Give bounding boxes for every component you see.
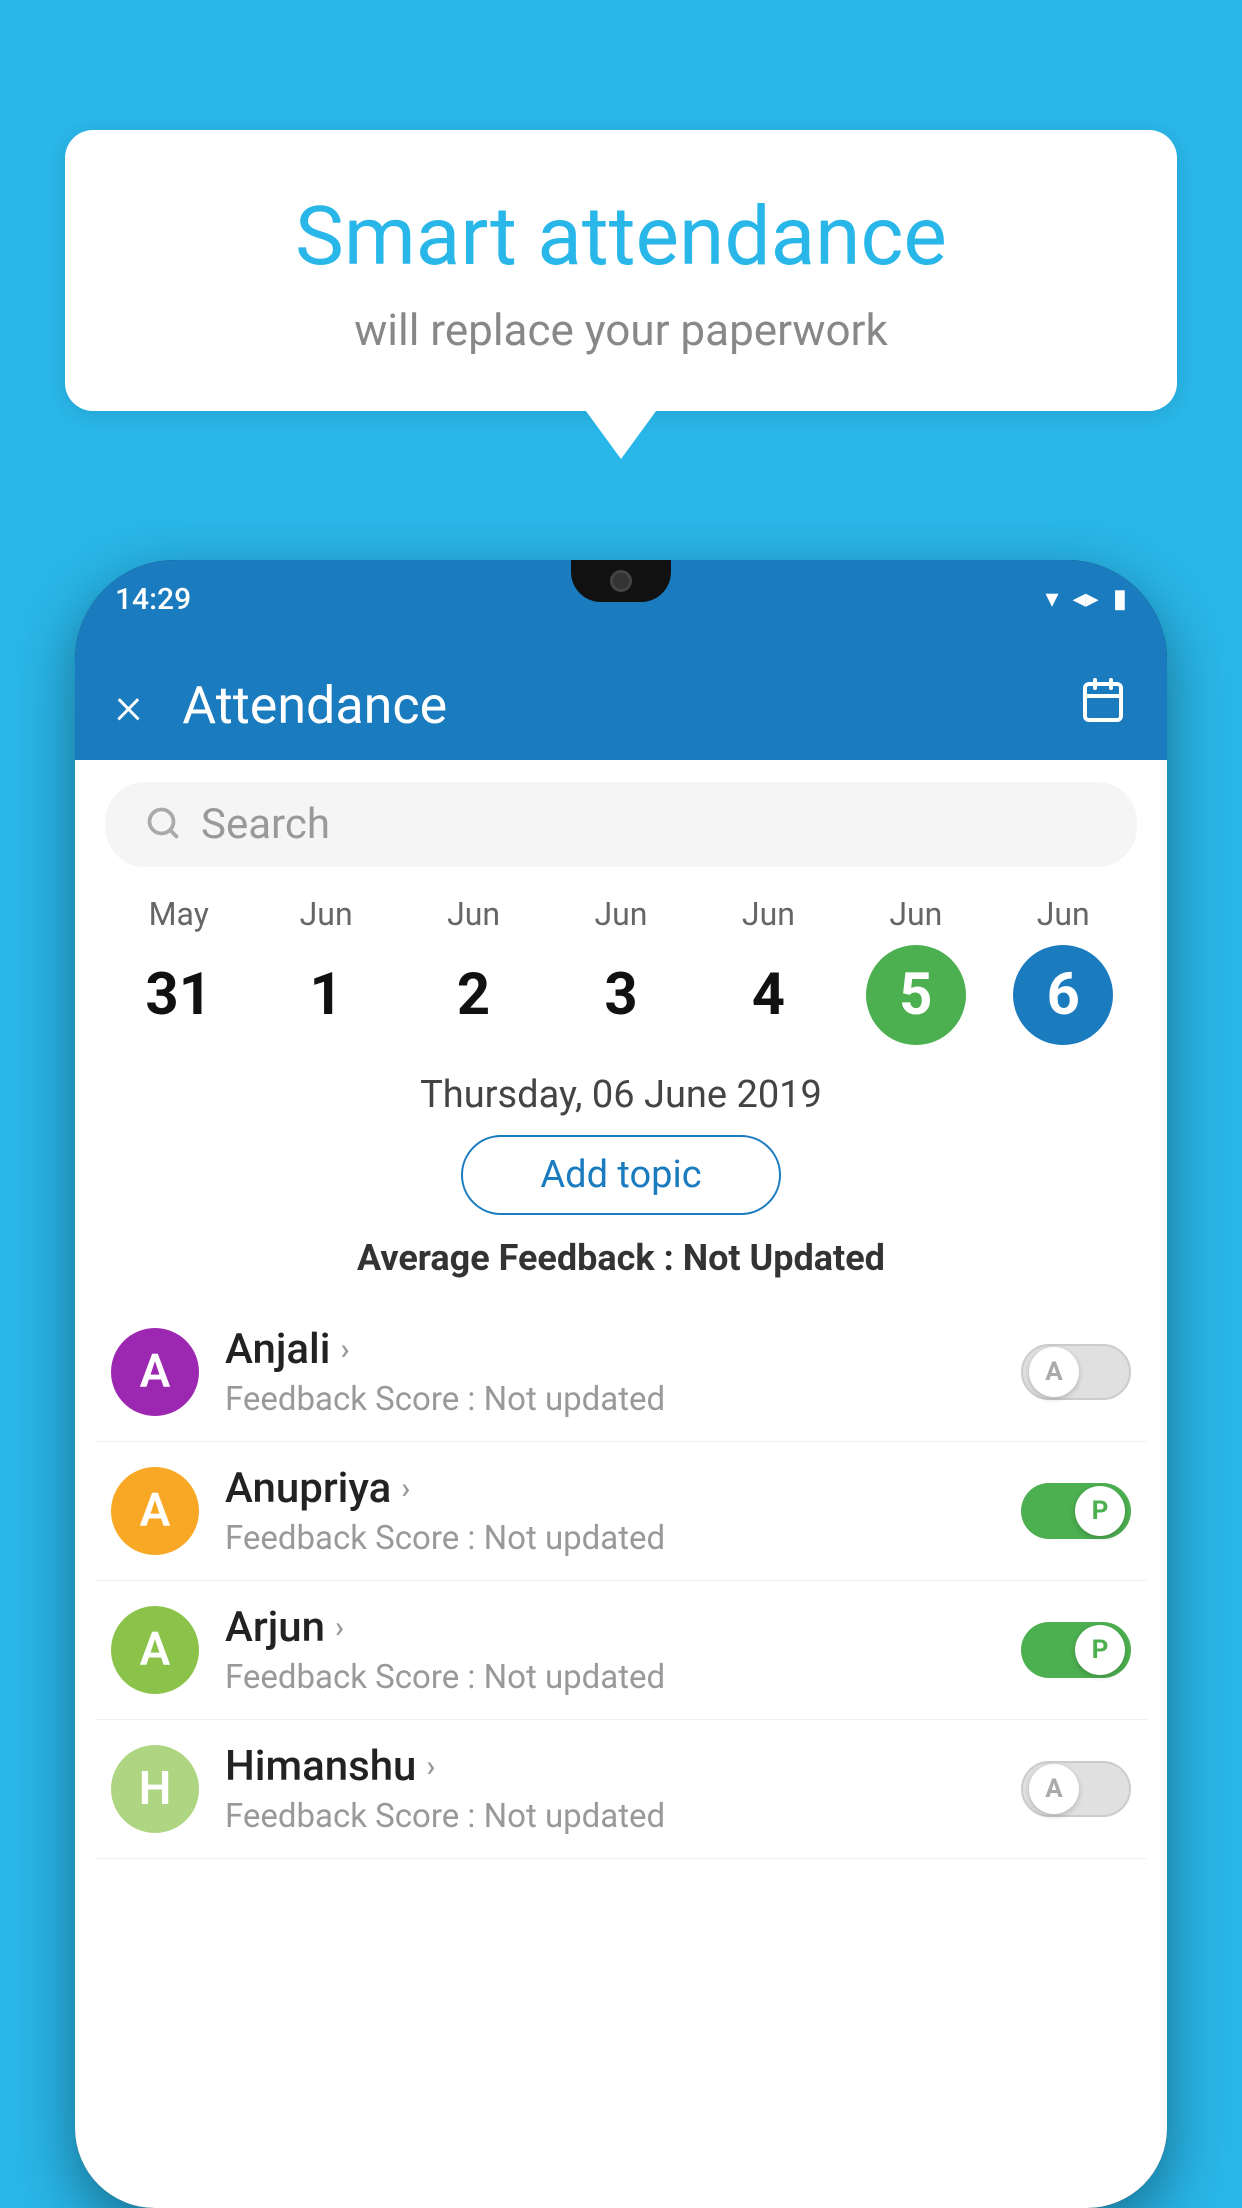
calendar-day[interactable]: Jun 4 bbox=[718, 895, 818, 1045]
signal-icon: ◂▸ bbox=[1073, 584, 1099, 614]
feedback-score: Feedback Score : Not updated bbox=[225, 1797, 995, 1836]
feedback-value: Not Updated bbox=[683, 1237, 885, 1279]
cal-month-label: Jun bbox=[300, 895, 353, 933]
notch bbox=[571, 560, 671, 602]
feedback-score: Feedback Score : Not updated bbox=[225, 1658, 995, 1697]
calendar-day[interactable]: May 31 bbox=[129, 895, 229, 1045]
student-name: Anupriya › bbox=[225, 1464, 995, 1513]
attendance-toggle[interactable]: P bbox=[1021, 1483, 1131, 1539]
calendar-day[interactable]: Jun 3 bbox=[571, 895, 671, 1045]
calendar-day[interactable]: Jun 6 bbox=[1013, 895, 1113, 1045]
student-list: AAnjali ›Feedback Score : Not updatedAAA… bbox=[75, 1303, 1167, 1859]
student-item[interactable]: A Arjun › Feedback Score : Not updated P bbox=[95, 1581, 1147, 1720]
cal-month-label: Jun bbox=[447, 895, 500, 933]
attendance-toggle[interactable]: A bbox=[1021, 1344, 1131, 1400]
toggle-knob: A bbox=[1029, 1347, 1079, 1397]
cal-date-number: 31 bbox=[129, 945, 229, 1045]
cal-month-label: Jun bbox=[1037, 895, 1090, 933]
phone-screen: Search May 31 Jun 1 Jun 2 Jun 3 Jun 4 Jun 5 Jun 6 Thu… bbox=[75, 760, 1167, 2208]
student-item[interactable]: H Himanshu › Feedback Score : Not updated A bbox=[95, 1720, 1147, 1859]
cal-date-number: 4 bbox=[718, 945, 818, 1045]
student-info: Anjali › Feedback Score : Not updated bbox=[225, 1325, 995, 1419]
cal-month-label: Jun bbox=[742, 895, 795, 933]
feedback-score: Feedback Score : Not updated bbox=[225, 1380, 995, 1419]
calendar-strip: May 31 Jun 1 Jun 2 Jun 3 Jun 4 Jun 5 Jun 6 bbox=[75, 885, 1167, 1045]
cal-date-number: 6 bbox=[1013, 945, 1113, 1045]
camera bbox=[610, 570, 632, 592]
chevron-icon: › bbox=[340, 1332, 349, 1367]
status-time: 14:29 bbox=[115, 582, 191, 617]
cal-month-label: May bbox=[149, 895, 209, 933]
toggle-knob: P bbox=[1075, 1486, 1125, 1536]
avatar: A bbox=[111, 1328, 199, 1416]
avatar: A bbox=[111, 1467, 199, 1555]
calendar-day[interactable]: Jun 5 bbox=[866, 895, 966, 1045]
avatar: H bbox=[111, 1745, 199, 1833]
average-feedback: Average Feedback : Not Updated bbox=[75, 1237, 1167, 1279]
status-bar-area: 14:29 ▾ ◂▸ ▮ bbox=[75, 560, 1167, 650]
student-item[interactable]: A Anupriya › Feedback Score : Not updated P bbox=[95, 1442, 1147, 1581]
feedback-score: Feedback Score : Not updated bbox=[225, 1519, 995, 1558]
bubble-title: Smart attendance bbox=[135, 190, 1107, 284]
chevron-icon: › bbox=[426, 1749, 435, 1784]
app-header: × Attendance bbox=[75, 650, 1167, 760]
student-item[interactable]: A Anjali › Feedback Score : Not updated A bbox=[95, 1303, 1147, 1442]
student-info: Himanshu › Feedback Score : Not updated bbox=[225, 1742, 995, 1836]
student-name: Anjali › bbox=[225, 1325, 995, 1374]
selected-date: Thursday, 06 June 2019 bbox=[75, 1073, 1167, 1117]
search-bar[interactable]: Search bbox=[105, 782, 1137, 867]
header-title: Attendance bbox=[182, 675, 1079, 736]
toggle-knob: A bbox=[1029, 1764, 1079, 1814]
close-button[interactable]: × bbox=[115, 675, 142, 736]
search-placeholder: Search bbox=[201, 800, 330, 849]
student-info: Arjun › Feedback Score : Not updated bbox=[225, 1603, 995, 1697]
student-name: Arjun › bbox=[225, 1603, 995, 1652]
toggle-knob: P bbox=[1075, 1625, 1125, 1675]
search-icon bbox=[145, 805, 181, 845]
avatar: A bbox=[111, 1606, 199, 1694]
attendance-toggle[interactable]: P bbox=[1021, 1622, 1131, 1678]
cal-month-label: Jun bbox=[594, 895, 647, 933]
calendar-day[interactable]: Jun 2 bbox=[424, 895, 524, 1045]
battery-icon: ▮ bbox=[1113, 584, 1127, 614]
chevron-icon: › bbox=[401, 1471, 410, 1506]
student-info: Anupriya › Feedback Score : Not updated bbox=[225, 1464, 995, 1558]
wifi-icon: ▾ bbox=[1046, 584, 1059, 614]
cal-date-number: 2 bbox=[424, 945, 524, 1045]
feedback-label: Average Feedback : bbox=[357, 1237, 683, 1279]
cal-date-number: 3 bbox=[571, 945, 671, 1045]
chevron-icon: › bbox=[335, 1610, 344, 1645]
speech-bubble: Smart attendance will replace your paper… bbox=[65, 130, 1177, 411]
bubble-subtitle: will replace your paperwork bbox=[135, 304, 1107, 356]
calendar-day[interactable]: Jun 1 bbox=[276, 895, 376, 1045]
cal-date-number: 5 bbox=[866, 945, 966, 1045]
cal-month-label: Jun bbox=[889, 895, 942, 933]
student-name: Himanshu › bbox=[225, 1742, 995, 1791]
calendar-icon[interactable] bbox=[1079, 676, 1127, 735]
add-topic-button[interactable]: Add topic bbox=[461, 1135, 781, 1215]
cal-date-number: 1 bbox=[276, 945, 376, 1045]
phone-frame: 14:29 ▾ ◂▸ ▮ × Attendance bbox=[75, 560, 1167, 2208]
status-icons: ▾ ◂▸ ▮ bbox=[1046, 584, 1127, 614]
attendance-toggle[interactable]: A bbox=[1021, 1761, 1131, 1817]
